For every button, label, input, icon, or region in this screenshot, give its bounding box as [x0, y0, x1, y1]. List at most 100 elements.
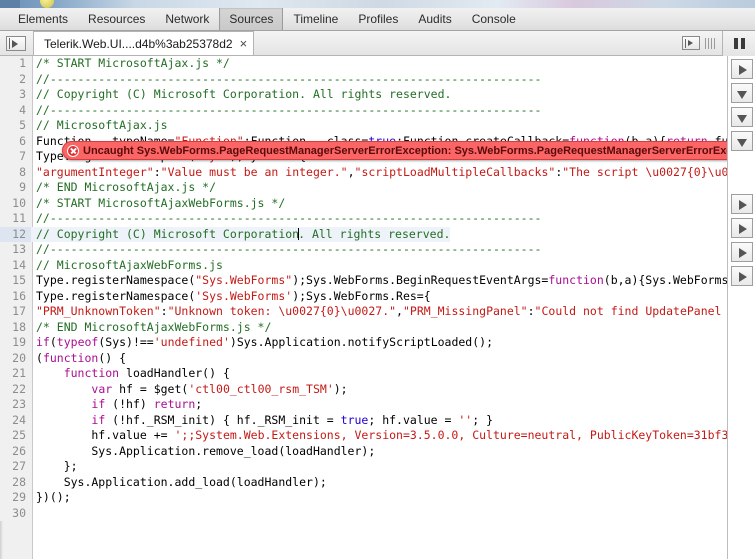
pause-script-icon[interactable] [722, 31, 755, 56]
code-line[interactable]: 1/* START MicrosoftAjax.js */ [0, 56, 755, 72]
code-line[interactable]: 11//------------------------------------… [0, 211, 755, 227]
tab-timeline[interactable]: Timeline [283, 8, 348, 30]
code-line[interactable]: 10/* START MicrosoftAjaxWebForms.js */ [0, 196, 755, 212]
tab-console[interactable]: Console [462, 8, 526, 30]
line-number[interactable]: 1 [0, 56, 31, 72]
code-line[interactable]: 18/* END MicrosoftAjaxWebForms.js */ [0, 320, 755, 336]
line-number[interactable]: 18 [0, 320, 31, 336]
line-content[interactable]: function loadHandler() { [31, 366, 230, 382]
line-number[interactable]: 22 [0, 382, 31, 398]
line-content[interactable]: if(typeof(Sys)!=='undefined')Sys.Applica… [31, 335, 493, 351]
line-content[interactable]: // MicrosoftAjax.js [31, 118, 168, 134]
line-number[interactable]: 21 [0, 366, 31, 382]
step-forward-button[interactable] [731, 242, 753, 262]
line-content[interactable]: // MicrosoftAjaxWebForms.js [31, 258, 223, 274]
line-number[interactable]: 4 [0, 103, 31, 119]
code-line[interactable]: 28 Sys.Application.add_load(loadHandler)… [0, 475, 755, 491]
code-line[interactable]: 21 function loadHandler() { [0, 366, 755, 382]
line-number[interactable]: 7 [0, 149, 31, 165]
error-bubble[interactable]: Uncaught Sys.WebForms.PageRequestManager… [62, 141, 755, 160]
line-number[interactable]: 6 [0, 134, 31, 150]
line-number[interactable]: 29 [0, 490, 31, 506]
code-line[interactable]: 26 Sys.Application.remove_load(loadHandl… [0, 444, 755, 460]
line-number[interactable]: 26 [0, 444, 31, 460]
code-line[interactable]: 3// Copyright (C) Microsoft Corporation.… [0, 87, 755, 103]
line-content[interactable]: Sys.Application.add_load(loadHandler); [31, 475, 327, 491]
line-content[interactable]: //--------------------------------------… [31, 211, 541, 227]
line-content[interactable]: // Copyright (C) Microsoft Corporation. … [31, 227, 450, 243]
tab-resources[interactable]: Resources [78, 8, 155, 30]
step-forward-button[interactable] [731, 266, 753, 286]
code-line[interactable]: 4//-------------------------------------… [0, 103, 755, 119]
line-number[interactable]: 13 [0, 242, 31, 258]
close-icon[interactable]: × [240, 37, 248, 50]
file-tab[interactable]: Telerik.Web.UI....d4b%3ab25378d2 × [33, 31, 254, 55]
debugger-rail[interactable] [727, 56, 755, 559]
code-line[interactable]: 24 if (!hf._RSM_init) { hf._RSM_init = t… [0, 413, 755, 429]
tab-network[interactable]: Network [155, 8, 219, 30]
code-line[interactable]: 2//-------------------------------------… [0, 72, 755, 88]
line-number[interactable]: 9 [0, 180, 31, 196]
line-number[interactable]: 27 [0, 459, 31, 475]
line-number[interactable]: 14 [0, 258, 31, 274]
line-number[interactable]: 30 [0, 506, 31, 522]
line-content[interactable]: }; [31, 459, 78, 475]
line-number[interactable]: 10 [0, 196, 31, 212]
line-number[interactable]: 19 [0, 335, 31, 351]
line-content[interactable]: (function() { [31, 351, 126, 367]
code-line[interactable]: 20(function() { [0, 351, 755, 367]
line-number[interactable]: 16 [0, 289, 31, 305]
code-line[interactable]: 27 }; [0, 459, 755, 475]
line-number[interactable]: 3 [0, 87, 31, 103]
line-content[interactable]: /* END MicrosoftAjaxWebForms.js */ [31, 320, 271, 336]
code-line[interactable]: 15Type.registerNamespace("Sys.WebForms")… [0, 273, 755, 289]
code-line[interactable]: 9/* END MicrosoftAjax.js */ [0, 180, 755, 196]
code-line[interactable]: 8"argumentInteger":"Value must be an int… [0, 165, 755, 181]
line-number[interactable]: 15 [0, 273, 31, 289]
source-editor[interactable]: 1/* START MicrosoftAjax.js */2//--------… [0, 56, 755, 559]
line-content[interactable]: "PRM_UnknownToken":"Unknown token: \u002… [31, 304, 735, 320]
line-content[interactable]: if (!hf._RSM_init) { hf._RSM_init = true… [31, 413, 493, 429]
code-line[interactable]: 19if(typeof(Sys)!=='undefined')Sys.Appli… [0, 335, 755, 351]
step-into-button[interactable] [731, 131, 753, 151]
line-content[interactable]: "argumentInteger":"Value must be an inte… [31, 165, 735, 181]
line-number[interactable]: 20 [0, 351, 31, 367]
line-content[interactable]: if (!hf) return; [31, 397, 202, 413]
show-navigator-icon[interactable] [6, 36, 26, 51]
code-line[interactable]: 23 if (!hf) return; [0, 397, 755, 413]
step-forward-button[interactable] [731, 194, 753, 214]
line-content[interactable]: //--------------------------------------… [31, 103, 541, 119]
line-number[interactable]: 2 [0, 72, 31, 88]
line-number[interactable]: 12 [0, 227, 31, 243]
line-content[interactable]: Sys.Application.remove_load(loadHandler)… [31, 444, 375, 460]
line-number[interactable]: 23 [0, 397, 31, 413]
code-line[interactable]: 30 [0, 506, 755, 522]
line-content[interactable]: })(); [31, 490, 71, 506]
code-line[interactable]: 5// MicrosoftAjax.js [0, 118, 755, 134]
tab-elements[interactable]: Elements [8, 8, 78, 30]
line-content[interactable]: var hf = $get('ctl00_ctl00_rsm_TSM'); [31, 382, 348, 398]
code-line[interactable]: 17"PRM_UnknownToken":"Unknown token: \u0… [0, 304, 755, 320]
line-content[interactable]: /* START MicrosoftAjax.js */ [31, 56, 230, 72]
step-into-button[interactable] [731, 83, 753, 103]
resize-grip[interactable] [705, 38, 715, 49]
line-number[interactable]: 8 [0, 165, 31, 181]
code-line[interactable]: 22 var hf = $get('ctl00_ctl00_rsm_TSM'); [0, 382, 755, 398]
line-content[interactable]: // Copyright (C) Microsoft Corporation. … [31, 87, 451, 103]
step-into-button[interactable] [731, 107, 753, 127]
step-forward-button[interactable] [731, 218, 753, 238]
line-content[interactable]: //--------------------------------------… [31, 242, 541, 258]
tab-audits[interactable]: Audits [408, 8, 461, 30]
code-line[interactable]: 16Type.registerNamespace('Sys.WebForms')… [0, 289, 755, 305]
source-code[interactable]: 1/* START MicrosoftAjax.js */2//--------… [0, 56, 755, 559]
line-content[interactable]: Type.registerNamespace("Sys.WebForms");S… [31, 273, 735, 289]
show-debugger-sidebar-icon[interactable] [682, 36, 700, 50]
line-number[interactable]: 17 [0, 304, 31, 320]
code-line[interactable]: 12// Copyright (C) Microsoft Corporation… [0, 227, 755, 243]
code-line[interactable]: 25 hf.value += ';;System.Web.Extensions,… [0, 428, 755, 444]
code-line[interactable]: 14// MicrosoftAjaxWebForms.js [0, 258, 755, 274]
line-content[interactable]: hf.value += ';;System.Web.Extensions, Ve… [31, 428, 735, 444]
line-number[interactable]: 5 [0, 118, 31, 134]
tab-profiles[interactable]: Profiles [348, 8, 408, 30]
line-number[interactable]: 28 [0, 475, 31, 491]
